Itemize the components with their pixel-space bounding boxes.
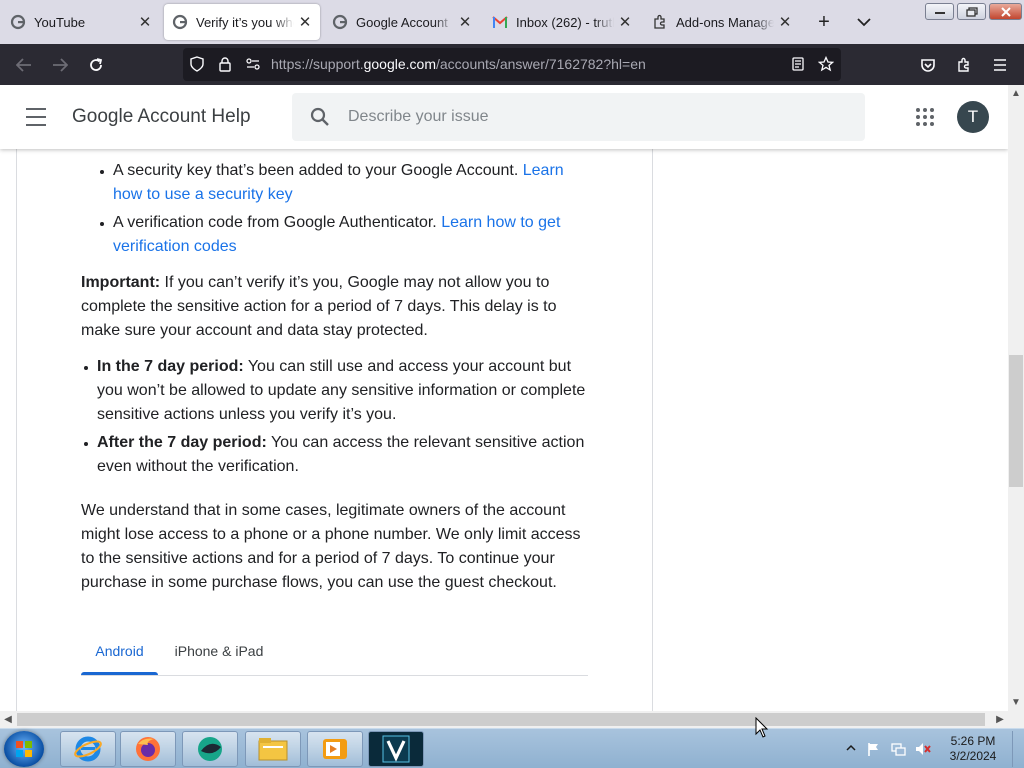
back-button[interactable] — [11, 52, 37, 78]
list-item: In the 7 day period: You can still use a… — [81, 355, 596, 427]
scrollbar-corner — [1008, 711, 1024, 728]
file-explorer-icon[interactable] — [245, 731, 301, 767]
reload-button[interactable] — [83, 52, 109, 78]
internet-explorer-icon[interactable] — [60, 731, 116, 767]
minimize-button[interactable] — [925, 3, 954, 20]
close-tab-icon[interactable]: ✕ — [614, 11, 636, 33]
tab-inbox[interactable]: Inbox (262) - truth.r ✕ — [484, 4, 640, 40]
verification-methods-list: A security key that’s been added to your… — [97, 159, 596, 259]
close-window-button[interactable] — [989, 3, 1022, 20]
tab-youtube[interactable]: YouTube ✕ — [2, 4, 160, 40]
new-tab-button[interactable]: + — [812, 10, 836, 34]
forward-button[interactable] — [47, 52, 73, 78]
tab-title: YouTube — [34, 14, 86, 30]
show-hidden-icons-icon[interactable] — [846, 743, 856, 753]
reader-view-icon[interactable] — [790, 56, 806, 72]
vertical-scroll-thumb[interactable] — [1009, 355, 1023, 487]
app-globe-icon[interactable] — [182, 731, 238, 767]
permissions-icon[interactable] — [245, 56, 261, 72]
tab-verify[interactable]: Verify it’s you when ✕ — [164, 4, 320, 40]
close-tab-icon[interactable]: ✕ — [134, 11, 156, 33]
media-player-icon[interactable] — [307, 731, 363, 767]
closing-paragraph: We understand that in some cases, legiti… — [81, 502, 581, 591]
list-item: A verification code from Google Authenti… — [97, 211, 596, 259]
article-body: A security key that’s been added to your… — [81, 149, 596, 595]
google-icon — [10, 14, 26, 30]
v-app-icon[interactable] — [368, 731, 424, 767]
avatar[interactable]: T — [957, 101, 989, 133]
platform-tabs: Android iPhone & iPad — [81, 632, 588, 676]
list-all-tabs-button[interactable] — [852, 10, 876, 34]
close-tab-icon[interactable]: ✕ — [454, 11, 476, 33]
browser-tab-bar: YouTube ✕ Verify it’s you when ✕ Google … — [0, 0, 1024, 44]
tab-android[interactable]: Android — [81, 632, 158, 675]
close-tab-icon[interactable]: ✕ — [774, 11, 796, 33]
help-center-header: Google Account Help T — [0, 85, 1008, 149]
close-tab-icon[interactable]: ✕ — [294, 11, 316, 33]
bookmark-star-icon[interactable] — [818, 56, 834, 72]
page-title[interactable]: Google Account Help — [72, 106, 251, 128]
tab-google-account[interactable]: Google Account ✕ — [324, 4, 480, 40]
pocket-icon[interactable] — [915, 52, 941, 78]
tab-iphone-ipad[interactable]: iPhone & iPad — [169, 632, 269, 675]
address-bar[interactable]: https://support.google.com/accounts/answ… — [183, 48, 841, 81]
scroll-down-arrow-icon[interactable]: ▼ — [1008, 694, 1024, 710]
puzzle-icon — [652, 14, 668, 30]
gmail-icon — [492, 14, 508, 30]
tab-addons[interactable]: Add-ons Manager ✕ — [644, 4, 800, 40]
google-apps-icon[interactable] — [914, 106, 936, 128]
important-note: Important: If you can’t verify it’s you,… — [81, 274, 557, 339]
content-border-right — [652, 149, 653, 711]
period-list: In the 7 day period: You can still use a… — [81, 355, 596, 479]
horizontal-scroll-thumb[interactable] — [17, 713, 985, 726]
search-box[interactable] — [292, 93, 865, 141]
tab-title: Add-ons Manager — [676, 14, 774, 30]
tab-title: Google Account — [356, 14, 448, 30]
show-desktop-button[interactable] — [1012, 731, 1020, 767]
lock-icon[interactable] — [217, 56, 233, 72]
clock-date: 3/2/2024 — [949, 749, 997, 763]
google-icon — [332, 14, 348, 30]
firefox-icon[interactable] — [120, 731, 176, 767]
extensions-icon[interactable] — [951, 52, 977, 78]
google-icon — [172, 14, 188, 30]
volume-muted-icon[interactable] — [914, 741, 932, 757]
clock[interactable]: 5:26 PM 3/2/2024 — [936, 734, 1010, 764]
scroll-up-arrow-icon[interactable]: ▲ — [1008, 85, 1024, 101]
list-item: A security key that’s been added to your… — [97, 159, 596, 207]
start-button[interactable] — [4, 731, 44, 767]
scroll-left-arrow-icon[interactable]: ◀ — [0, 711, 16, 727]
app-menu-icon[interactable] — [987, 52, 1013, 78]
tab-title: Verify it’s you when — [196, 14, 294, 30]
content-border-left — [16, 149, 17, 711]
tracking-protection-icon[interactable] — [189, 56, 205, 72]
search-icon[interactable] — [310, 107, 330, 127]
list-item: After the 7 day period: You can access t… — [81, 431, 596, 479]
action-center-flag-icon[interactable] — [866, 741, 882, 757]
taskbar: 5:26 PM 3/2/2024 — [0, 728, 1024, 768]
url-text[interactable]: https://support.google.com/accounts/answ… — [271, 56, 646, 72]
tab-title: Inbox (262) - truth.r — [516, 14, 614, 30]
network-icon[interactable] — [890, 741, 906, 757]
windows-logo-icon — [16, 741, 32, 757]
restore-button[interactable] — [957, 3, 986, 20]
web-page: Google Account Help T A security key tha… — [0, 85, 1008, 711]
search-input[interactable] — [348, 93, 848, 141]
main-menu-button[interactable] — [22, 105, 50, 129]
clock-time: 5:26 PM — [950, 734, 996, 748]
scroll-right-arrow-icon[interactable]: ▶ — [992, 711, 1008, 727]
mouse-cursor-icon — [755, 717, 769, 738]
